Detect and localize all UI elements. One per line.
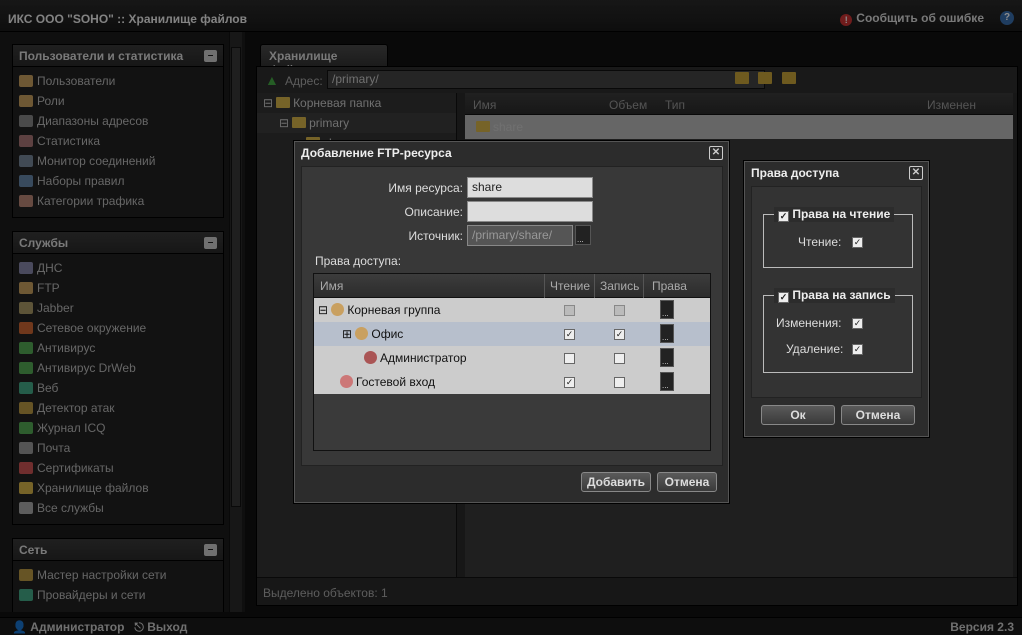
group-icon [331, 303, 345, 316]
guest-icon [340, 375, 353, 388]
rights-button[interactable] [660, 300, 674, 319]
table-row[interactable]: Администратор [314, 346, 710, 370]
rights-dialog: Права доступа✕ Права на чтение Чтение: П… [744, 161, 929, 437]
close-icon[interactable]: ✕ [709, 146, 723, 160]
read-rights-legend[interactable]: Права на чтение [774, 207, 895, 222]
rights-button[interactable] [660, 372, 674, 391]
browse-button[interactable] [575, 225, 591, 245]
cancel-button[interactable]: Отмена [841, 405, 915, 425]
grid-header: Имя Чтение Запись Права [314, 274, 710, 298]
read-checkbox[interactable] [564, 353, 575, 364]
ftp-dialog: Добавление FTP-ресурса ✕ Имя ресурса: sha… [294, 141, 729, 503]
read-label: Чтение: [798, 235, 842, 249]
col-read[interactable]: Чтение [550, 279, 590, 293]
read-rights-group: Права на чтение Чтение: [763, 207, 913, 268]
table-row[interactable]: Гостевой вход [314, 370, 710, 394]
read-checkbox[interactable] [564, 329, 575, 340]
dialog-title: Права доступа ✕ [745, 162, 928, 184]
write-checkbox[interactable] [614, 353, 625, 364]
ok-button[interactable]: Ок [761, 405, 835, 425]
write-checkbox[interactable] [614, 377, 625, 388]
dialog-title: Добавление FTP-ресурса ✕ [295, 142, 728, 164]
access-label: Права доступа: [315, 254, 402, 268]
col-write[interactable]: Запись [600, 279, 639, 293]
user-icon [364, 351, 377, 364]
read-checkbox[interactable] [564, 377, 575, 388]
add-button[interactable]: Добавить [581, 472, 651, 492]
delete-label: Удаление: [786, 342, 844, 356]
group-icon [355, 327, 369, 340]
permissions-grid: Имя Чтение Запись Права ⊟ Корневая групп… [313, 273, 711, 451]
rights-button[interactable] [660, 324, 674, 343]
cancel-button[interactable]: Отмена [657, 472, 717, 492]
source-input: /primary/share/ [467, 225, 573, 246]
write-group-checkbox[interactable] [778, 292, 789, 303]
table-row[interactable]: ⊞ Офис [314, 322, 710, 346]
write-checkbox[interactable] [614, 305, 625, 316]
read-checkbox[interactable] [564, 305, 575, 316]
read-group-checkbox[interactable] [778, 211, 789, 222]
description-label: Описание: [404, 205, 463, 219]
resource-name-input[interactable]: share [467, 177, 593, 198]
write-rights-group: Права на запись Изменения: Удаление: [763, 288, 913, 373]
col-rights[interactable]: Права [652, 279, 687, 293]
table-row[interactable]: ⊟ Корневая группа [314, 298, 710, 322]
rights-button[interactable] [660, 348, 674, 367]
write-checkbox[interactable] [614, 329, 625, 340]
col-name[interactable]: Имя [320, 279, 343, 293]
delete-checkbox[interactable] [852, 344, 863, 355]
change-checkbox[interactable] [852, 318, 863, 329]
write-rights-legend[interactable]: Права на запись [774, 288, 895, 303]
resource-name-label: Имя ресурса: [388, 181, 463, 195]
change-label: Изменения: [776, 316, 842, 330]
description-input[interactable] [467, 201, 593, 222]
read-checkbox[interactable] [852, 237, 863, 248]
source-label: Источник: [408, 229, 463, 243]
close-icon[interactable]: ✕ [909, 166, 923, 180]
